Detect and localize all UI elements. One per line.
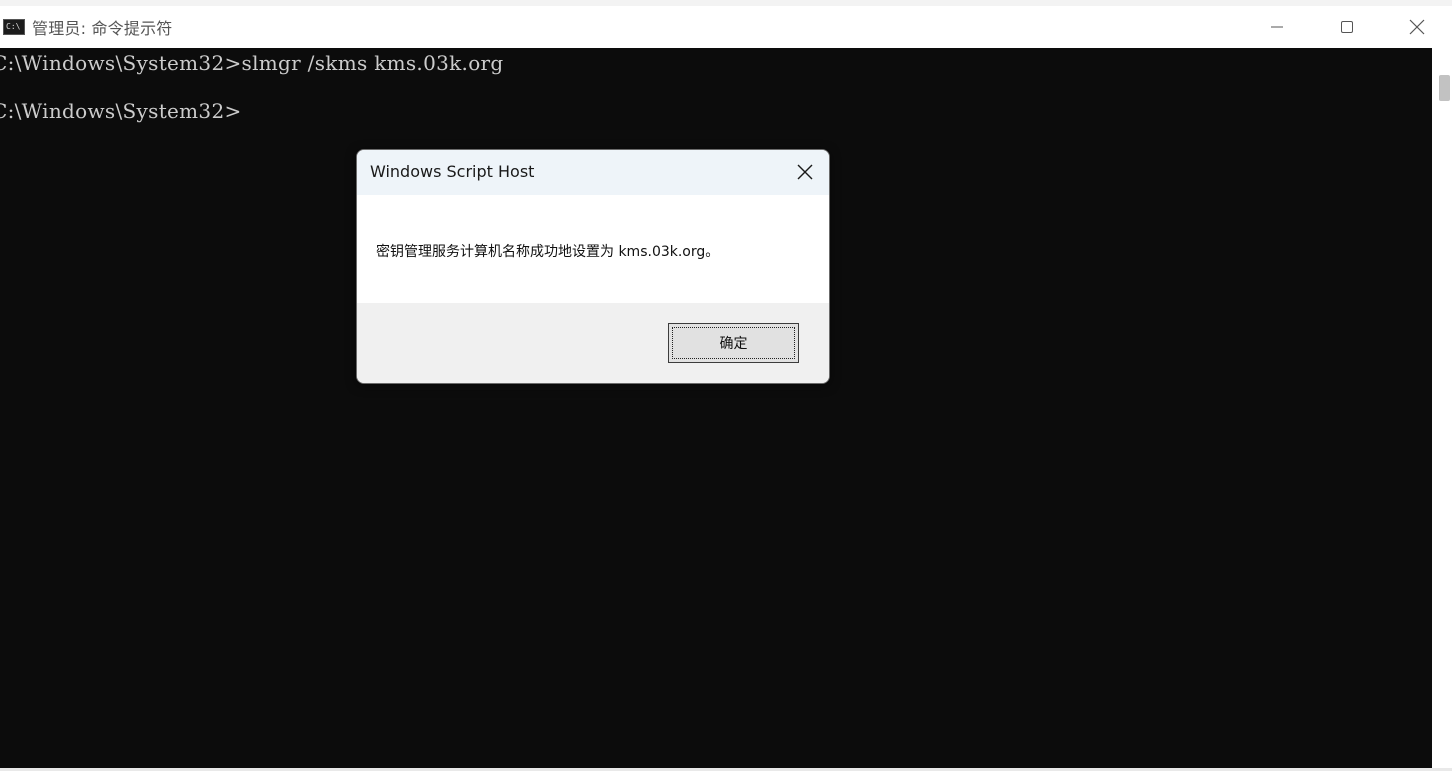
screen: 管理员: 命令提示符 [0,0,1452,771]
minimize-button[interactable] [1242,6,1312,48]
dialog-message: 密钥管理服务计算机名称成功地设置为 kms.03k.org。 [376,244,720,260]
dialog-close-button[interactable] [787,156,823,188]
command-prompt-window: 管理员: 命令提示符 [0,6,1452,768]
close-icon [797,164,813,180]
console-line-prompt: C:\Windows\System32> [0,99,242,123]
dialog-titlebar[interactable]: Windows Script Host [357,150,829,195]
minimize-icon [1271,26,1283,28]
console-line-command: C:\Windows\System32>slmgr /skms kms.03k.… [0,51,504,75]
maximize-button[interactable] [1312,6,1382,48]
window-controls [1242,6,1452,48]
script-host-dialog: Windows Script Host 密钥管理服务计算机名称成功地设置为 km… [356,149,830,384]
window-title: 管理员: 命令提示符 [32,19,173,38]
close-icon [1409,19,1425,35]
scrollbar-thumb[interactable] [1439,75,1450,101]
cmd-icon [3,19,25,35]
ok-button[interactable]: 确定 [668,323,799,363]
close-button[interactable] [1382,6,1452,48]
dialog-title: Windows Script Host [370,162,535,181]
maximize-icon [1341,21,1353,33]
dialog-content: 密钥管理服务计算机名称成功地设置为 kms.03k.org。 [357,195,829,303]
console-titlebar[interactable]: 管理员: 命令提示符 [0,6,1452,48]
console-scrollbar[interactable] [1432,48,1452,768]
dialog-footer: 确定 [357,303,829,383]
ok-button-label: 确定 [719,336,748,352]
